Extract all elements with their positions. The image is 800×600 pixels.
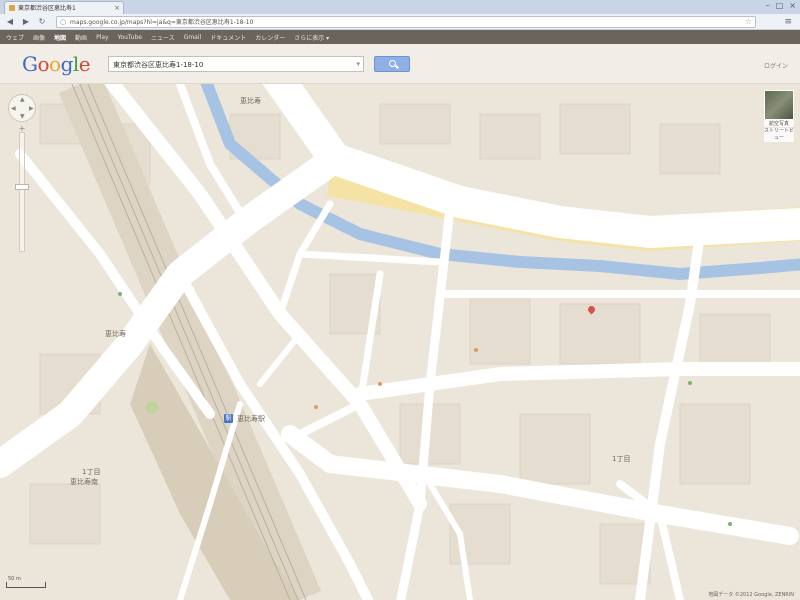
- gbar-link[interactable]: YouTube: [118, 34, 142, 41]
- poi-dot: [474, 348, 478, 352]
- district-label: 恵比寿南: [70, 478, 98, 486]
- gbar-link[interactable]: ウェブ: [6, 33, 24, 42]
- close-window-icon[interactable]: ×: [789, 1, 796, 13]
- minor-road: [257, 331, 303, 387]
- gbar-link[interactable]: 画像: [33, 33, 45, 42]
- city-block: [559, 103, 631, 155]
- google-bar: ウェブ 画像 地図 動画 Play YouTube ニュース Gmail ドキュメント カレンダー…: [0, 30, 800, 44]
- gbar-link[interactable]: 動画: [75, 33, 87, 42]
- satellite-label[interactable]: 航空写真: [764, 120, 794, 127]
- city-block: [469, 293, 531, 365]
- district-label: 恵比寿: [240, 97, 261, 105]
- gbar-link[interactable]: Play: [96, 34, 109, 41]
- pan-right-icon[interactable]: ▶: [29, 106, 34, 112]
- city-block: [479, 113, 541, 160]
- wrench-menu-icon[interactable]: ≡: [784, 16, 792, 28]
- maximize-icon[interactable]: □: [776, 1, 784, 13]
- search-dropdown-icon[interactable]: ▾: [356, 58, 360, 71]
- city-block: [659, 123, 721, 175]
- search-icon: [389, 60, 396, 67]
- reload-button[interactable]: ↻: [36, 16, 48, 28]
- browser-window: 東京都渋谷区恵比寿1 × – □ × ◀ ▶ ↻ ○ maps.google.c…: [0, 0, 800, 600]
- gbar-link[interactable]: カレンダー: [255, 33, 285, 42]
- park-area: [146, 401, 158, 413]
- sign-in-link[interactable]: ログイン: [764, 61, 788, 70]
- browser-tab[interactable]: 東京都渋谷区恵比寿1 ×: [4, 1, 124, 14]
- minimize-icon[interactable]: –: [766, 1, 770, 13]
- city-block: [679, 403, 751, 485]
- address-bar[interactable]: ○ maps.google.co.jp/maps?hl=ja&q=東京都渋谷区恵…: [56, 16, 756, 28]
- back-button[interactable]: ◀: [4, 16, 16, 28]
- city-block: [519, 413, 591, 485]
- scale-label: 50 m: [8, 576, 21, 582]
- poi-dot: [728, 522, 732, 526]
- gbar-link[interactable]: ドキュメント: [210, 33, 246, 42]
- google-logo[interactable]: Google: [22, 52, 91, 76]
- gbar-link[interactable]: ニュース: [151, 33, 175, 42]
- tab-bar: 東京都渋谷区恵比寿1 × – □ ×: [0, 0, 800, 14]
- major-road: [353, 362, 800, 401]
- toolbar: ◀ ▶ ↻ ○ maps.google.co.jp/maps?hl=ja&q=東…: [0, 14, 800, 30]
- poi-dot: [378, 382, 382, 386]
- pan-down-icon[interactable]: ▼: [20, 114, 25, 120]
- map-canvas[interactable]: 1丁目 恵比寿南 恵比寿 1丁目 恵比寿駅 恵比寿 駅 ▲ ▼ ◀ ▶ + 航空…: [0, 84, 800, 600]
- poi-dot: [314, 405, 318, 409]
- gbar-link[interactable]: Gmail: [184, 34, 202, 41]
- tab-close-icon[interactable]: ×: [114, 3, 120, 13]
- station-icon[interactable]: 駅: [224, 414, 233, 423]
- district-label: 1丁目: [82, 468, 101, 476]
- streetview-pegman[interactable]: ストリートビュー: [764, 128, 794, 142]
- scale-bar: [6, 582, 46, 588]
- zoom-slider-track[interactable]: [19, 132, 25, 252]
- satellite-toggle[interactable]: [764, 90, 794, 120]
- gbar-links: ウェブ 画像 地図 動画 Play YouTube ニュース Gmail ドキュメント カレンダー…: [6, 30, 329, 44]
- window-controls: – □ ×: [766, 1, 796, 13]
- page-icon: ○: [60, 18, 67, 26]
- maps-header: Google ▾ ログイン: [0, 44, 800, 84]
- address-url[interactable]: maps.google.co.jp/maps?hl=ja&q=東京都渋谷区恵比寿…: [70, 18, 730, 27]
- minor-road: [296, 250, 444, 266]
- city-block: [559, 303, 641, 365]
- city-block: [379, 103, 451, 145]
- tab-title: 東京都渋谷区恵比寿1: [18, 5, 76, 12]
- gbar-link[interactable]: さらに表示 ▾: [294, 33, 329, 42]
- maps-favicon-icon: [9, 5, 15, 11]
- pan-control[interactable]: ▲ ▼ ◀ ▶: [8, 94, 36, 122]
- map-copyright: 地図データ ©2012 Google, ZENRIN: [708, 592, 794, 598]
- forward-button[interactable]: ▶: [20, 16, 32, 28]
- city-block: [29, 483, 101, 545]
- pan-up-icon[interactable]: ▲: [20, 97, 25, 103]
- search-box: ▾: [108, 56, 364, 72]
- poi-dot: [118, 292, 122, 296]
- minor-road: [296, 400, 364, 438]
- bookmark-star-icon[interactable]: ☆: [745, 17, 752, 27]
- minor-road: [276, 200, 334, 318]
- gbar-link[interactable]: 地図: [54, 33, 66, 42]
- district-label: 1丁目: [612, 455, 631, 463]
- pan-left-icon[interactable]: ◀: [11, 106, 16, 112]
- search-input[interactable]: [113, 58, 349, 71]
- map-svg: [0, 84, 800, 600]
- zoom-slider-thumb[interactable]: [15, 184, 29, 190]
- search-button[interactable]: [374, 56, 410, 72]
- district-label: 恵比寿: [105, 330, 126, 338]
- poi-dot: [688, 381, 692, 385]
- station-label: 恵比寿駅: [237, 415, 265, 423]
